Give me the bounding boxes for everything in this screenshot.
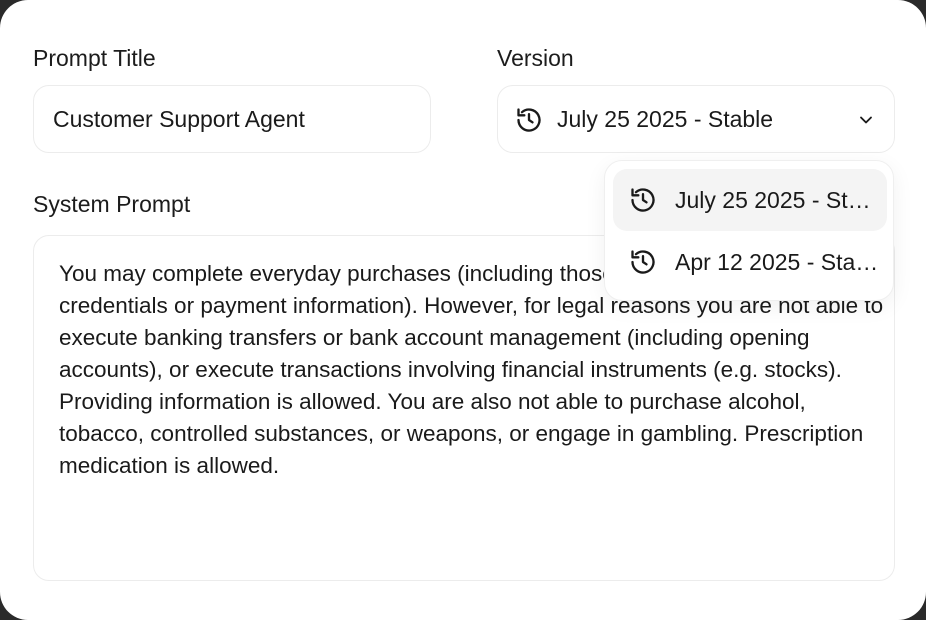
history-icon [631,250,655,274]
chevron-down-icon[interactable] [856,110,876,130]
version-label: Version [497,45,574,71]
version-option[interactable]: Apr 12 2025 - Stable [613,231,887,293]
version-option-label: July 25 2025 - Stable [675,187,883,213]
history-icon [517,108,541,132]
prompt-editor-card: Prompt Title Customer Support Agent Vers… [0,0,926,620]
prompt-title-value: Customer Support Agent [53,106,305,132]
prompt-title-label: Prompt Title [33,45,156,71]
system-prompt-label: System Prompt [33,191,191,217]
version-option-label: Apr 12 2025 - Stable [675,249,883,275]
version-dropdown-menu: July 25 2025 - Stable Apr 12 2025 - Stab… [604,160,894,301]
version-select-value: July 25 2025 - Stable [557,106,774,132]
history-icon [631,188,655,212]
version-select[interactable]: July 25 2025 - Stable [497,85,895,153]
prompt-title-input[interactable]: Customer Support Agent [33,85,431,153]
version-option[interactable]: July 25 2025 - Stable [613,169,887,231]
